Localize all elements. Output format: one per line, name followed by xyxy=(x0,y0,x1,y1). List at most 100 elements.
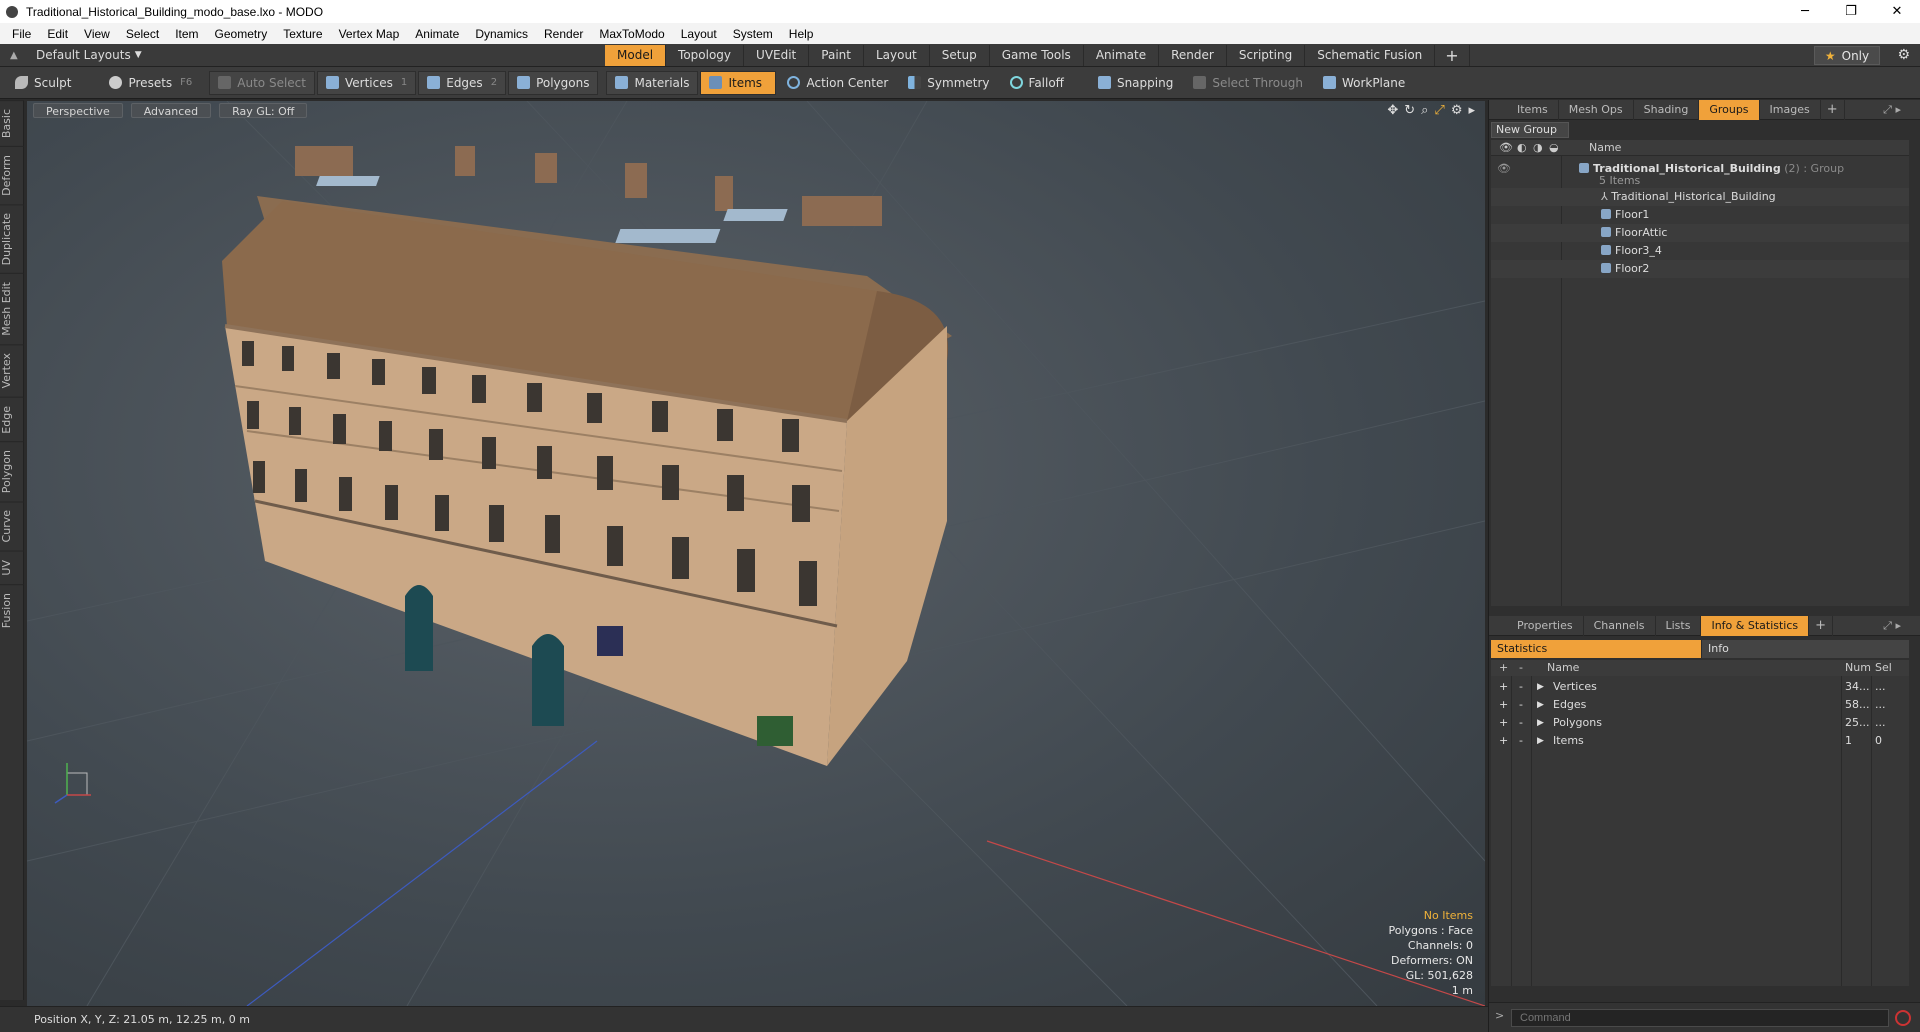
action-center-button[interactable]: Action Center xyxy=(778,71,897,95)
tool-tab-mesh-edit[interactable]: Mesh Edit xyxy=(0,273,24,345)
table-row[interactable]: + - ▶ Vertices 34... ... xyxy=(1491,678,1909,696)
tab-model[interactable]: Model xyxy=(605,45,667,66)
tab-topology[interactable]: Topology xyxy=(666,45,745,66)
table-row[interactable]: + - ▶ Polygons 25... ... xyxy=(1491,714,1909,732)
tool-tab-polygon[interactable]: Polygon xyxy=(0,441,24,502)
add-icon[interactable]: + xyxy=(1499,732,1508,750)
3d-viewport[interactable]: Perspective Advanced Ray GL: Off ✥ ↻ ⌕ ⤢… xyxy=(27,101,1485,1006)
tab-properties[interactable]: Properties xyxy=(1507,615,1584,636)
tab-animate[interactable]: Animate xyxy=(1083,45,1160,66)
remove-icon[interactable]: - xyxy=(1519,732,1523,750)
maximize-button[interactable]: ❐ xyxy=(1828,0,1874,23)
add-panel-tab-button[interactable]: + xyxy=(1821,99,1845,120)
tab-game-tools[interactable]: Game Tools xyxy=(989,45,1084,66)
sculpt-button[interactable]: Sculpt xyxy=(6,71,80,95)
menu-dynamics[interactable]: Dynamics xyxy=(467,27,536,41)
remove-icon[interactable]: - xyxy=(1519,696,1523,714)
menu-texture[interactable]: Texture xyxy=(275,27,330,41)
menu-select[interactable]: Select xyxy=(118,27,167,41)
tab-scripting[interactable]: Scripting xyxy=(1226,45,1306,66)
tool-tab-curve[interactable]: Curve xyxy=(0,501,24,551)
fit-view-icon[interactable]: ⤢ xyxy=(1434,103,1444,118)
viewport-menu-arrow-icon[interactable]: ▸ xyxy=(1468,103,1475,118)
building-model[interactable] xyxy=(222,146,952,766)
polygons-button[interactable]: Polygons xyxy=(508,70,599,95)
remove-icon[interactable]: - xyxy=(1519,678,1523,696)
close-button[interactable]: ✕ xyxy=(1874,0,1920,23)
rotate-icon[interactable]: ↻ xyxy=(1404,103,1415,118)
minimize-button[interactable]: ─ xyxy=(1782,0,1828,23)
shading-mode-button[interactable]: Advanced xyxy=(130,103,212,118)
tab-layout[interactable]: Layout xyxy=(863,45,930,66)
tool-tab-edge[interactable]: Edge xyxy=(0,396,24,442)
menu-geometry[interactable]: Geometry xyxy=(207,27,276,41)
materials-button[interactable]: Materials xyxy=(606,70,699,95)
menu-animate[interactable]: Animate xyxy=(407,27,467,41)
pan-icon[interactable]: ✥ xyxy=(1387,103,1398,118)
tab-shading[interactable]: Shading xyxy=(1634,99,1700,120)
zoom-icon[interactable]: ⌕ xyxy=(1421,103,1428,118)
add-tab-button[interactable]: + xyxy=(1435,45,1470,66)
falloff-button[interactable]: Falloff xyxy=(1001,71,1073,95)
new-group-button[interactable]: New Group xyxy=(1491,122,1569,138)
add-icon[interactable]: + xyxy=(1499,696,1508,714)
menu-file[interactable]: File xyxy=(4,27,39,41)
tab-images[interactable]: Images xyxy=(1760,99,1821,120)
expand-arrow-icon[interactable]: ▶ xyxy=(1537,696,1544,714)
menu-layout[interactable]: Layout xyxy=(673,27,725,41)
tool-tab-vertex[interactable]: Vertex xyxy=(0,344,24,397)
tool-tab-duplicate[interactable]: Duplicate xyxy=(0,204,24,274)
menu-item[interactable]: Item xyxy=(167,27,206,41)
view-mode-button[interactable]: Perspective xyxy=(33,103,123,118)
list-item[interactable]: ⅄ Traditional_Historical_Building xyxy=(1491,188,1909,206)
add-icon[interactable]: + xyxy=(1499,678,1508,696)
tab-items[interactable]: Items xyxy=(1507,99,1559,120)
menu-render[interactable]: Render xyxy=(536,27,591,41)
tool-tab-uv[interactable]: UV xyxy=(0,550,24,584)
list-item[interactable]: Floor2 xyxy=(1491,260,1909,278)
tab-schematic-fusion[interactable]: Schematic Fusion xyxy=(1305,45,1436,66)
menu-vertex-map[interactable]: Vertex Map xyxy=(331,27,408,41)
list-item[interactable]: FloorAttic xyxy=(1491,224,1909,242)
menu-edit[interactable]: Edit xyxy=(39,27,76,41)
list-item[interactable]: Floor3_4 xyxy=(1491,242,1909,260)
tool-tab-fusion[interactable]: Fusion xyxy=(0,583,24,636)
menu-help[interactable]: Help xyxy=(781,27,822,41)
tab-lists[interactable]: Lists xyxy=(1656,615,1702,636)
tab-render[interactable]: Render xyxy=(1159,45,1227,66)
tab-setup[interactable]: Setup xyxy=(929,45,990,66)
tab-info-statistics[interactable]: Info & Statistics xyxy=(1701,615,1810,636)
record-macro-icon[interactable] xyxy=(1895,1010,1911,1026)
menu-maxtomodo[interactable]: MaxToModo xyxy=(591,27,672,41)
list-item[interactable]: Floor1 xyxy=(1491,206,1909,224)
gear-icon[interactable]: ⚙ xyxy=(1897,47,1910,63)
add-icon[interactable]: + xyxy=(1499,714,1508,732)
expand-arrow-icon[interactable]: ▶ xyxy=(1537,678,1544,696)
menu-system[interactable]: System xyxy=(725,27,781,41)
expand-all-icon[interactable]: + xyxy=(1499,661,1508,674)
tab-channels[interactable]: Channels xyxy=(1584,615,1656,636)
add-panel-tab-button[interactable]: + xyxy=(1809,615,1834,636)
workplane-button[interactable]: WorkPlane xyxy=(1314,71,1414,95)
items-button[interactable]: Items xyxy=(700,70,777,95)
viewport-gear-icon[interactable]: ⚙ xyxy=(1451,103,1463,118)
symmetry-button[interactable]: Symmetry xyxy=(899,71,998,95)
command-input[interactable] xyxy=(1511,1009,1889,1027)
edges-button[interactable]: Edges 2 xyxy=(418,70,507,95)
presets-button[interactable]: Presets F6 xyxy=(100,71,201,95)
vertices-button[interactable]: Vertices 1 xyxy=(316,70,417,95)
subtab-info[interactable]: Info xyxy=(1701,640,1909,658)
tab-paint[interactable]: Paint xyxy=(809,45,864,66)
snapping-button[interactable]: Snapping xyxy=(1089,71,1182,95)
collapse-all-icon[interactable]: - xyxy=(1519,661,1523,674)
table-row[interactable]: + - ▶ Items 1 0 xyxy=(1491,732,1909,750)
tool-tab-deform[interactable]: Deform xyxy=(0,146,24,205)
raygl-button[interactable]: Ray GL: Off xyxy=(219,103,308,118)
subtab-statistics[interactable]: Statistics xyxy=(1491,640,1701,658)
tab-uvedit[interactable]: UVEdit xyxy=(744,45,810,66)
expand-panel-icon[interactable]: ⤢ ▸ xyxy=(1883,619,1901,633)
remove-icon[interactable]: - xyxy=(1519,714,1523,732)
tab-mesh-ops[interactable]: Mesh Ops xyxy=(1559,99,1634,120)
layout-dropdown[interactable]: ▲ Default Layouts ▼ xyxy=(10,48,142,62)
table-row[interactable]: + - ▶ Edges 58... ... xyxy=(1491,696,1909,714)
